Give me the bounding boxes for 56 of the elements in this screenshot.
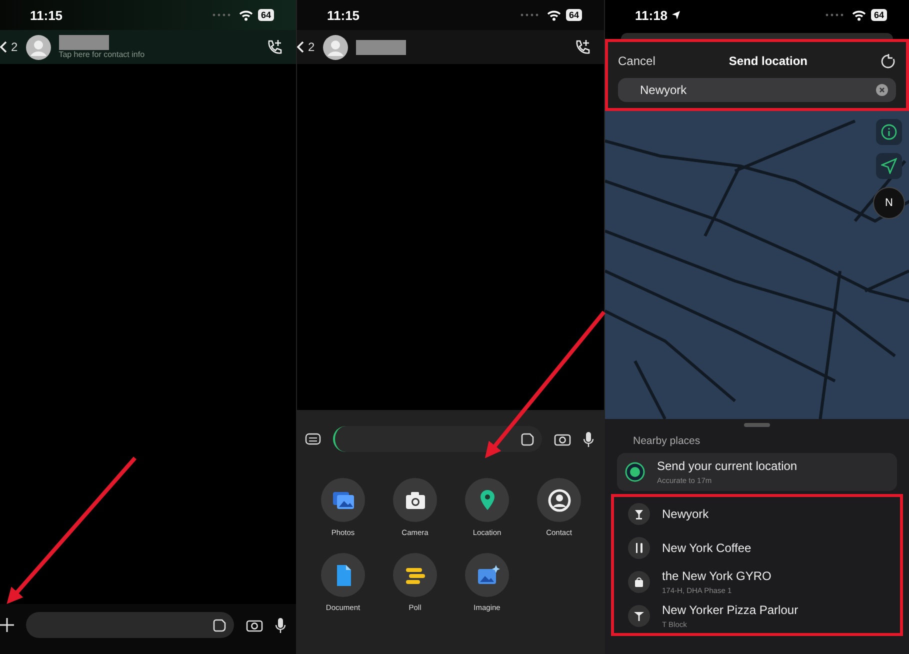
message-input-field[interactable] [26, 612, 234, 638]
battery-indicator: 64 [566, 9, 582, 21]
contact-info-hint: Tap here for contact info [58, 50, 145, 59]
microphone-icon[interactable] [583, 430, 594, 448]
info-icon[interactable] [881, 124, 897, 140]
navigation-arrow-icon[interactable] [881, 158, 897, 174]
place-name: the New York GYRO [662, 569, 772, 583]
place-item[interactable]: Newyork [620, 497, 894, 531]
wifi-icon [238, 10, 253, 20]
refresh-icon[interactable] [880, 54, 896, 68]
add-call-icon[interactable] [574, 39, 590, 55]
item-title: Send your current location [657, 459, 798, 473]
document-attachment-button[interactable] [321, 553, 365, 597]
add-call-icon[interactable] [266, 39, 282, 55]
camera-icon[interactable] [246, 618, 263, 632]
place-name: New Yorker Pizza Parlour [662, 603, 798, 617]
status-time: 11:18 [635, 8, 668, 22]
back-chevron-icon[interactable] [297, 41, 304, 53]
message-input-field[interactable] [333, 426, 542, 452]
imagine-attachment-button[interactable] [465, 553, 509, 597]
clear-icon[interactable] [876, 84, 888, 96]
unread-count: 2 [308, 40, 315, 54]
wifi-icon [546, 10, 561, 20]
compass-button[interactable]: N [873, 187, 905, 219]
place-name: New York Coffee [662, 541, 752, 555]
sticker-icon[interactable] [212, 618, 226, 632]
place-name: Newyork [662, 507, 709, 521]
avatar-icon[interactable] [322, 34, 348, 60]
battery-indicator: 64 [258, 9, 274, 21]
back-chevron-icon[interactable] [0, 41, 7, 53]
redacted-name [356, 40, 406, 54]
section-heading: Nearby places [632, 435, 702, 447]
place-item[interactable]: New York Coffee [620, 531, 894, 565]
plus-icon[interactable] [0, 618, 14, 632]
contact-attachment-button[interactable] [537, 478, 581, 522]
sticker-icon[interactable] [520, 432, 534, 446]
poll-attachment-button[interactable] [393, 553, 437, 597]
camera-attachment-button[interactable] [393, 478, 437, 522]
status-time: 11:15 [30, 8, 63, 22]
search-field[interactable]: Newyork [618, 78, 896, 102]
search-value: Newyork [640, 83, 687, 97]
avatar-icon[interactable] [26, 34, 51, 60]
wifi-icon [852, 10, 866, 20]
location-attachment-button[interactable] [465, 478, 509, 522]
camera-icon[interactable] [554, 432, 571, 446]
status-time: 11:15 [327, 8, 360, 22]
sheet-title: Send location [728, 54, 808, 68]
unread-count: 2 [11, 40, 18, 54]
battery-indicator: 64 [870, 9, 887, 21]
keyboard-icon[interactable] [305, 433, 321, 445]
microphone-icon[interactable] [275, 616, 286, 634]
cancel-button[interactable]: Cancel [618, 54, 656, 68]
redacted-name [58, 35, 109, 50]
photos-attachment-button[interactable] [321, 478, 365, 522]
current-location-icon [625, 462, 645, 482]
sheet-grabber [744, 423, 770, 427]
